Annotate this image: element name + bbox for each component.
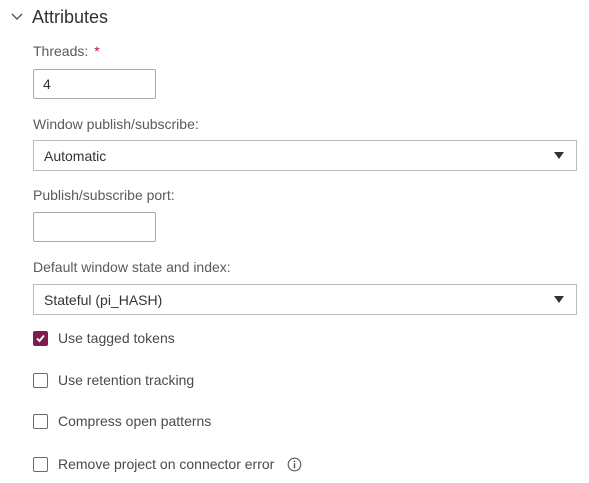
- chevron-down-icon[interactable]: [9, 9, 25, 25]
- window-pubsub-select[interactable]: Automatic: [33, 140, 577, 171]
- use-tagged-tokens-option[interactable]: Use tagged tokens: [33, 330, 175, 346]
- remove-project-on-connector-error-option[interactable]: Remove project on connector error: [33, 456, 302, 472]
- use-retention-tracking-label: Use retention tracking: [58, 372, 195, 388]
- attributes-section-header[interactable]: Attributes: [9, 4, 108, 30]
- caret-down-icon: [554, 151, 564, 159]
- compress-open-patterns-checkbox[interactable]: [33, 413, 48, 429]
- default-window-state-select[interactable]: Stateful (pi_HASH): [33, 284, 577, 315]
- remove-project-on-connector-error-label: Remove project on connector error: [58, 456, 275, 472]
- section-title: Attributes: [32, 6, 109, 27]
- caret-down-icon: [554, 295, 564, 303]
- pubsub-port-label: Publish/subscribe port:: [33, 187, 175, 203]
- checkmark-icon: [36, 334, 45, 342]
- remove-project-on-connector-error-checkbox[interactable]: [33, 456, 48, 472]
- pubsub-port-input[interactable]: [33, 212, 156, 242]
- required-indicator: *: [94, 43, 100, 59]
- default-window-state-label: Default window state and index:: [33, 259, 231, 275]
- info-icon[interactable]: [287, 457, 302, 472]
- use-retention-tracking-checkbox[interactable]: [33, 372, 48, 388]
- use-tagged-tokens-label: Use tagged tokens: [58, 330, 175, 346]
- window-pubsub-label: Window publish/subscribe:: [33, 116, 199, 132]
- use-tagged-tokens-checkbox[interactable]: [33, 330, 48, 346]
- threads-label: Threads: *: [33, 43, 100, 59]
- default-window-state-selected-value: Stateful (pi_HASH): [44, 291, 163, 308]
- compress-open-patterns-option[interactable]: Compress open patterns: [33, 413, 211, 429]
- window-pubsub-selected-value: Automatic: [44, 147, 107, 164]
- threads-input[interactable]: [33, 69, 156, 99]
- use-retention-tracking-option[interactable]: Use retention tracking: [33, 372, 194, 388]
- compress-open-patterns-label: Compress open patterns: [58, 413, 212, 429]
- threads-label-text: Threads:: [33, 43, 89, 59]
